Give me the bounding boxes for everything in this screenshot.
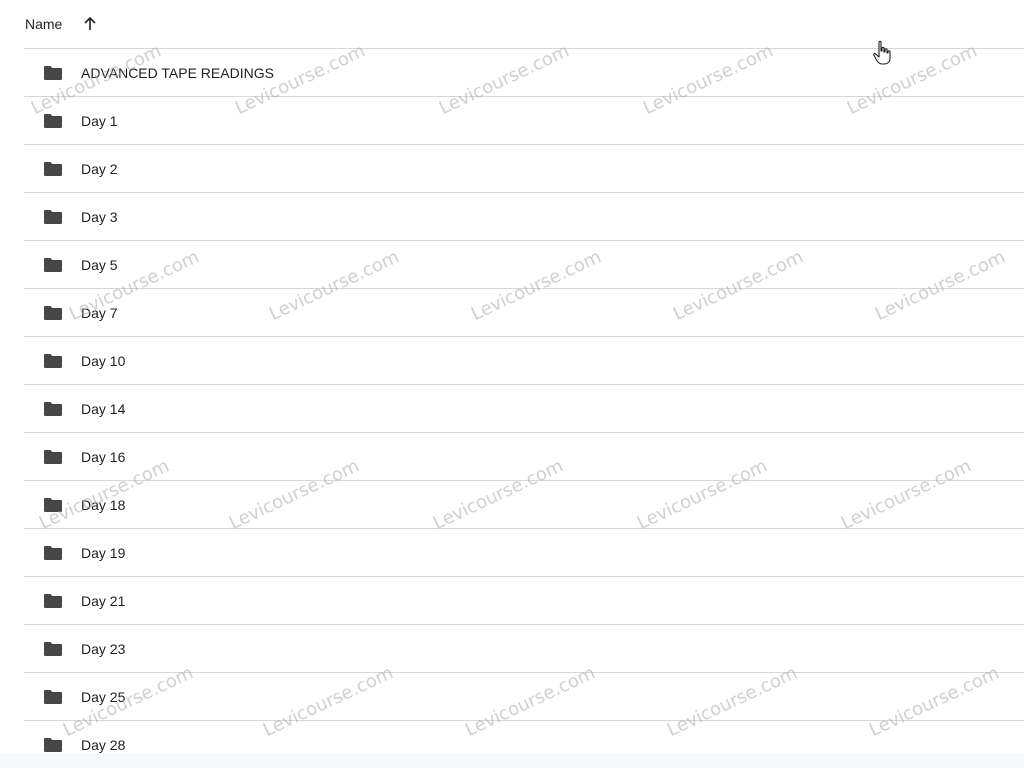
folder-row[interactable]: Day 3 <box>24 193 1024 241</box>
folder-icon <box>42 640 64 658</box>
folder-icon <box>42 448 64 466</box>
folder-icon <box>42 736 64 754</box>
folder-name: Day 28 <box>81 736 126 753</box>
column-header: Name <box>24 0 1024 49</box>
folder-icon <box>42 208 64 226</box>
sort-ascending-button[interactable] <box>78 12 102 36</box>
folder-list: ADVANCED TAPE READINGS Day 1 Day 2 Day 3 Day… <box>24 49 1024 768</box>
folder-name: Day 1 <box>81 112 118 129</box>
folder-icon <box>42 544 64 562</box>
folder-name: Day 14 <box>81 400 126 417</box>
folder-name: Day 21 <box>81 592 126 609</box>
folder-icon <box>42 160 64 178</box>
arrow-up-icon <box>84 16 96 30</box>
folder-icon <box>42 352 64 370</box>
folder-row[interactable]: Day 14 <box>24 385 1024 433</box>
folder-name: Day 23 <box>81 640 126 657</box>
name-column-label[interactable]: Name <box>25 16 62 32</box>
folder-name: Day 2 <box>81 160 118 177</box>
folder-name: Day 5 <box>81 256 118 273</box>
folder-icon <box>42 304 64 322</box>
folder-name: ADVANCED TAPE READINGS <box>81 64 274 81</box>
folder-name: Day 18 <box>81 496 126 513</box>
folder-row[interactable]: Day 7 <box>24 289 1024 337</box>
folder-icon <box>42 64 64 82</box>
folder-icon <box>42 112 64 130</box>
folder-row[interactable]: Day 1 <box>24 97 1024 145</box>
folder-name: Day 19 <box>81 544 126 561</box>
folder-name: Day 7 <box>81 304 118 321</box>
file-list-view: Name ADVANCED TAPE READINGS Day 1 Day 2 Day… <box>0 0 1024 768</box>
folder-name: Day 25 <box>81 688 126 705</box>
folder-row[interactable]: Day 18 <box>24 481 1024 529</box>
folder-name: Day 16 <box>81 448 126 465</box>
folder-name: Day 10 <box>81 352 126 369</box>
folder-row[interactable]: Day 25 <box>24 673 1024 721</box>
folder-row[interactable]: Day 21 <box>24 577 1024 625</box>
folder-row[interactable]: ADVANCED TAPE READINGS <box>24 49 1024 97</box>
folder-row[interactable]: Day 23 <box>24 625 1024 673</box>
folder-row[interactable]: Day 19 <box>24 529 1024 577</box>
folder-icon <box>42 688 64 706</box>
folder-icon <box>42 592 64 610</box>
bottom-bar <box>0 754 1024 768</box>
folder-icon <box>42 400 64 418</box>
folder-icon <box>42 256 64 274</box>
folder-row[interactable]: Day 16 <box>24 433 1024 481</box>
folder-row[interactable]: Day 10 <box>24 337 1024 385</box>
folder-icon <box>42 496 64 514</box>
folder-row[interactable]: Day 2 <box>24 145 1024 193</box>
folder-row[interactable]: Day 5 <box>24 241 1024 289</box>
folder-name: Day 3 <box>81 208 118 225</box>
